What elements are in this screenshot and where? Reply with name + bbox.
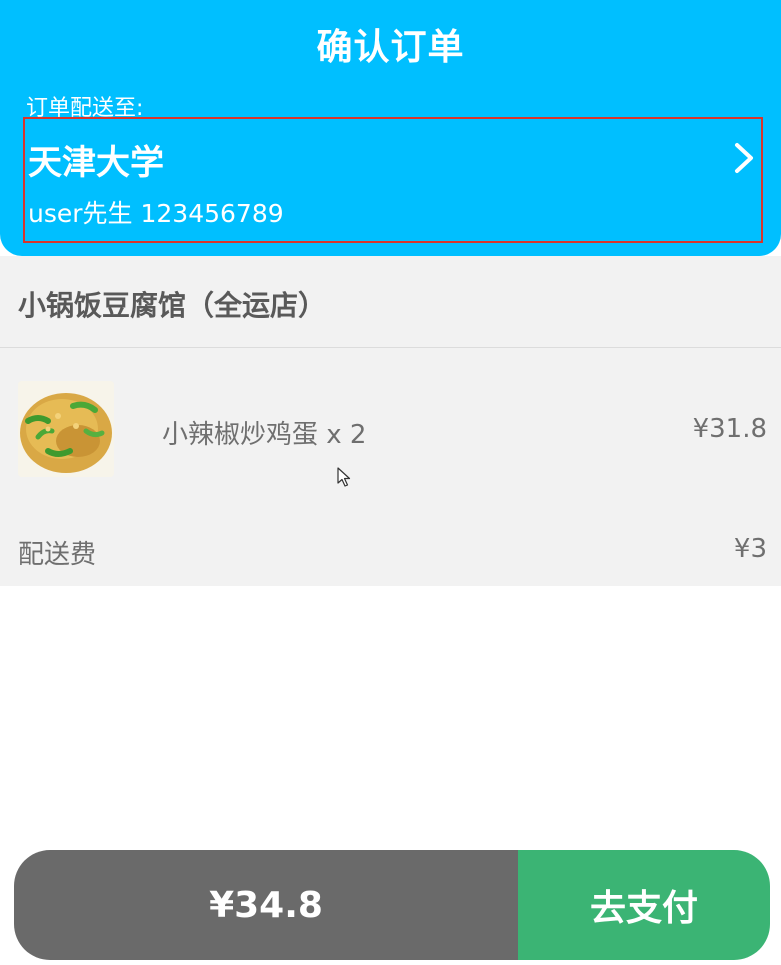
page-title: 确认订单 xyxy=(316,27,465,68)
dish-name: 小辣椒炒鸡蛋 x 2 xyxy=(162,420,367,450)
delivery-fee-value: ¥3 xyxy=(733,534,767,564)
header: 确认订单 订单配送至: 天津大学 user先生 123456789 xyxy=(0,0,781,256)
pay-button[interactable]: 去支付 xyxy=(518,850,770,960)
total-amount: ¥34.8 xyxy=(14,850,518,960)
divider xyxy=(0,347,781,348)
mouse-cursor-icon xyxy=(337,467,351,487)
shop-name: 小锅饭豆腐馆（全运店） xyxy=(18,289,327,322)
contact-info: user先生 123456789 xyxy=(28,199,284,228)
chevron-right-icon xyxy=(735,143,753,173)
checkout-bar: ¥34.8 去支付 xyxy=(14,850,770,960)
dish-image xyxy=(18,381,114,477)
dish-price: ¥31.8 xyxy=(692,414,767,444)
address-name: 天津大学 xyxy=(28,143,164,183)
address-selector[interactable]: 天津大学 user先生 123456789 xyxy=(23,117,763,243)
order-card: 小锅饭豆腐馆（全运店） 小辣椒炒鸡蛋 x 2 ¥31.8 配送费 ¥3 xyxy=(0,256,781,586)
delivery-fee-label: 配送费 xyxy=(18,540,97,570)
